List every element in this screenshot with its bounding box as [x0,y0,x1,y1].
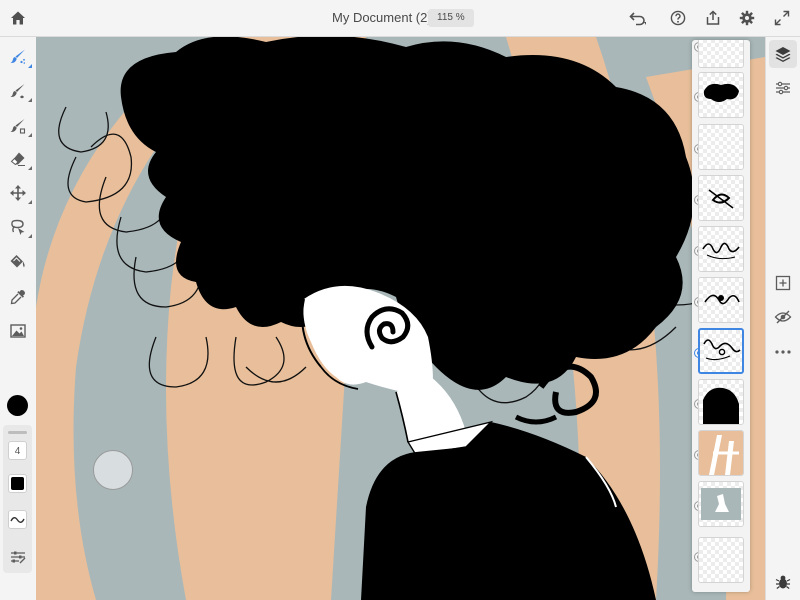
add-layer-button[interactable] [771,271,795,295]
layer-thumbnail-active[interactable] [698,328,744,374]
artwork [36,37,765,600]
debug-button[interactable] [771,570,795,594]
share-icon [706,10,720,25]
layers-icon [775,47,791,62]
watercolor-brush-icon [10,84,25,99]
layer-properties-icon [776,81,790,95]
help-button[interactable] [666,6,690,30]
layer-thumbnail[interactable] [698,175,744,221]
layer-thumbnail[interactable] [698,226,744,272]
pixel-brush-tool[interactable] [6,45,32,69]
brush-panel-grip[interactable] [8,431,27,434]
brush-smoothing-control[interactable] [8,510,27,529]
share-button[interactable] [701,6,725,30]
layer-thumbnail[interactable] [698,430,744,476]
layer-thumbnail[interactable] [698,72,744,118]
eraser-icon [10,152,25,166]
brush-size-control[interactable]: 4 [8,441,27,460]
hide-layer-button[interactable] [771,305,795,329]
hide-layer-icon [774,310,792,324]
smoothing-icon [10,516,25,523]
paint-bucket-icon [10,255,25,268]
eyedropper-icon [10,290,25,305]
undo-icon [629,12,646,26]
place-image-tool[interactable] [6,319,30,343]
bug-icon [775,575,791,589]
live-brush-tool[interactable] [6,79,32,103]
fill-tool[interactable] [6,250,30,274]
brush-opacity-control[interactable] [8,474,27,493]
home-button[interactable] [6,6,30,30]
more-button[interactable] [771,340,795,364]
tool-bar: 4 [0,37,37,600]
layer-thumbnail[interactable] [698,537,744,583]
settings-button[interactable] [735,6,759,30]
layer-thumbnail[interactable] [698,379,744,425]
lasso-icon [11,219,25,235]
drawing-canvas[interactable] [36,37,765,600]
top-bar: My Document (2) 115 % [0,0,800,37]
home-icon [11,11,25,25]
brush-settings-button[interactable] [8,547,27,566]
eyedropper-tool[interactable] [6,285,30,309]
move-tool[interactable] [6,181,32,205]
gear-icon [739,10,755,26]
layer-thumbnail[interactable] [698,277,744,323]
layer-thumbnail[interactable] [698,40,744,68]
image-icon [10,324,26,338]
color-swatch[interactable] [7,395,28,416]
fullscreen-button[interactable] [770,6,794,30]
zoom-level[interactable]: 115 % [428,9,474,27]
eraser-tool[interactable] [6,147,32,171]
help-icon [670,10,686,26]
vector-brush-icon [10,119,26,134]
more-icon [775,350,791,354]
brush-cursor [93,450,133,490]
layers-button[interactable] [769,40,797,68]
brush-panel: 4 [3,425,32,573]
layer-thumbnail[interactable] [698,124,744,170]
fullscreen-icon [774,10,790,26]
right-panel [765,37,800,600]
undo-button[interactable] [626,6,650,30]
pixel-brush-icon [10,49,26,64]
layer-properties-button[interactable] [771,76,795,100]
add-layer-icon [775,275,791,291]
layers-panel [692,40,750,592]
vector-brush-tool[interactable] [6,114,32,138]
document-title[interactable]: My Document (2) [332,10,432,25]
selection-tool[interactable] [6,215,32,239]
move-icon [10,185,26,201]
opacity-swatch [11,477,24,490]
layer-thumbnail[interactable] [698,481,744,527]
brush-settings-icon [10,551,25,563]
